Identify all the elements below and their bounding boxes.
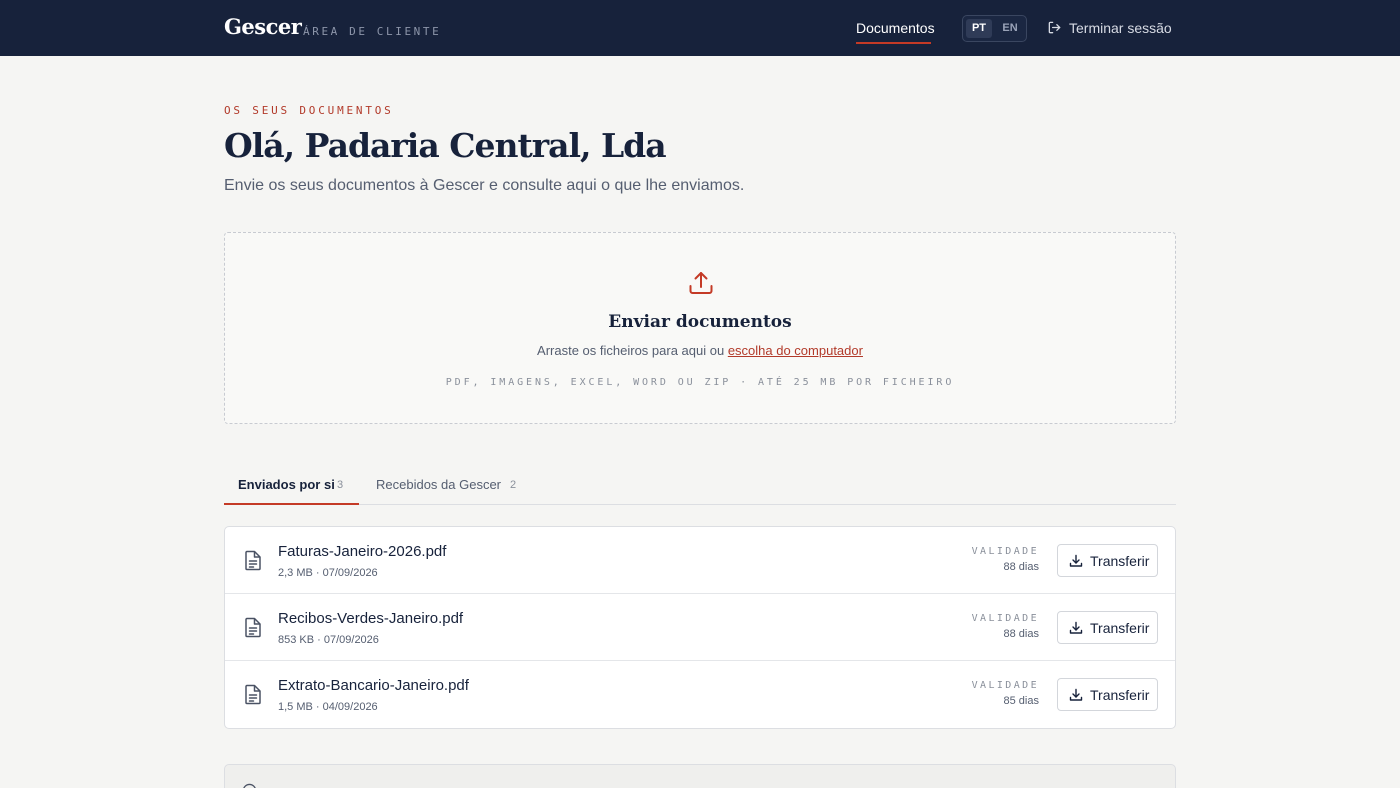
- upload-file-types-note: PDF, IMAGENS, EXCEL, WORD OU ZIP · ATÉ 2…: [445, 377, 955, 388]
- logout-button[interactable]: Terminar sessão: [1069, 20, 1172, 36]
- file-name: Recibos-Verdes-Janeiro.pdf: [278, 610, 464, 627]
- tab-active-indicator: [224, 503, 359, 505]
- page-subtitle: Envie os seus documentos à Gescer e cons…: [224, 177, 745, 194]
- language-en-button[interactable]: EN: [997, 19, 1023, 38]
- tab-sent-label: Enviados por si: [238, 477, 335, 492]
- file-meta: 2,3 MB · 07/09/2026: [278, 567, 378, 579]
- brand-logo[interactable]: Gescer: [224, 14, 302, 39]
- tab-received-from-gescer[interactable]: Recebidos da Gescer 2: [362, 477, 532, 505]
- nav-active-indicator: [856, 42, 931, 44]
- validity-days: 88 dias: [1003, 628, 1039, 640]
- info-notice: [224, 764, 1176, 788]
- language-switcher: PT EN: [962, 15, 1027, 42]
- document-icon: [245, 617, 261, 638]
- download-button[interactable]: Transferir: [1057, 544, 1158, 577]
- file-name: Extrato-Bancario-Janeiro.pdf: [278, 677, 469, 694]
- download-button[interactable]: Transferir: [1057, 611, 1158, 644]
- download-label: Transferir: [1090, 620, 1150, 636]
- download-icon: [1069, 688, 1083, 701]
- file-row: Recibos-Verdes-Janeiro.pdf 853 KB · 07/0…: [225, 594, 1175, 661]
- file-meta: 1,5 MB · 04/09/2026: [278, 701, 378, 713]
- tab-sent-by-you[interactable]: Enviados por si 3: [224, 477, 359, 505]
- validity-days: 85 dias: [1003, 695, 1039, 707]
- upload-instructions-text: Arraste os ficheiros para aqui ou: [537, 343, 728, 358]
- section-eyebrow: OS SEUS DOCUMENTOS: [224, 104, 394, 117]
- tab-received-count: 2: [510, 479, 517, 491]
- upload-instructions: Arraste os ficheiros para aqui ou escolh…: [225, 343, 1175, 358]
- download-label: Transferir: [1090, 687, 1150, 703]
- upload-title: Enviar documentos: [608, 312, 792, 332]
- file-meta: 853 KB · 07/09/2026: [278, 634, 379, 646]
- validity-label: VALIDADE: [971, 546, 1039, 557]
- document-icon: [245, 550, 261, 571]
- tab-received-label: Recebidos da Gescer: [376, 477, 502, 492]
- download-button[interactable]: Transferir: [1057, 678, 1158, 711]
- upload-dropzone[interactable]: Enviar documentos Arraste os ficheiros p…: [224, 232, 1176, 424]
- logout-icon[interactable]: [1047, 20, 1062, 35]
- file-list: Faturas-Janeiro-2026.pdf 2,3 MB · 07/09/…: [224, 526, 1176, 729]
- top-navigation-bar: Gescer ÁREA DE CLIENTE Documentos PT EN …: [0, 0, 1400, 56]
- upload-icon: [689, 272, 713, 294]
- brand-subtitle: ÁREA DE CLIENTE: [303, 25, 442, 38]
- file-row: Faturas-Janeiro-2026.pdf 2,3 MB · 07/09/…: [225, 527, 1175, 594]
- file-row: Extrato-Bancario-Janeiro.pdf 1,5 MB · 04…: [225, 661, 1175, 728]
- page-title: Olá, Padaria Central, Lda: [224, 126, 667, 165]
- download-label: Transferir: [1090, 553, 1150, 569]
- file-name: Faturas-Janeiro-2026.pdf: [278, 543, 447, 560]
- validity-days: 88 dias: [1003, 561, 1039, 573]
- document-icon: [245, 684, 261, 705]
- info-icon: [243, 783, 256, 788]
- validity-label: VALIDADE: [971, 680, 1039, 691]
- choose-from-computer-link[interactable]: escolha do computador: [728, 343, 863, 358]
- download-icon: [1069, 621, 1083, 634]
- language-pt-button[interactable]: PT: [966, 19, 992, 38]
- download-icon: [1069, 554, 1083, 567]
- nav-documents-link[interactable]: Documentos: [856, 20, 935, 36]
- tab-sent-count: 3: [337, 479, 344, 491]
- validity-label: VALIDADE: [971, 613, 1039, 624]
